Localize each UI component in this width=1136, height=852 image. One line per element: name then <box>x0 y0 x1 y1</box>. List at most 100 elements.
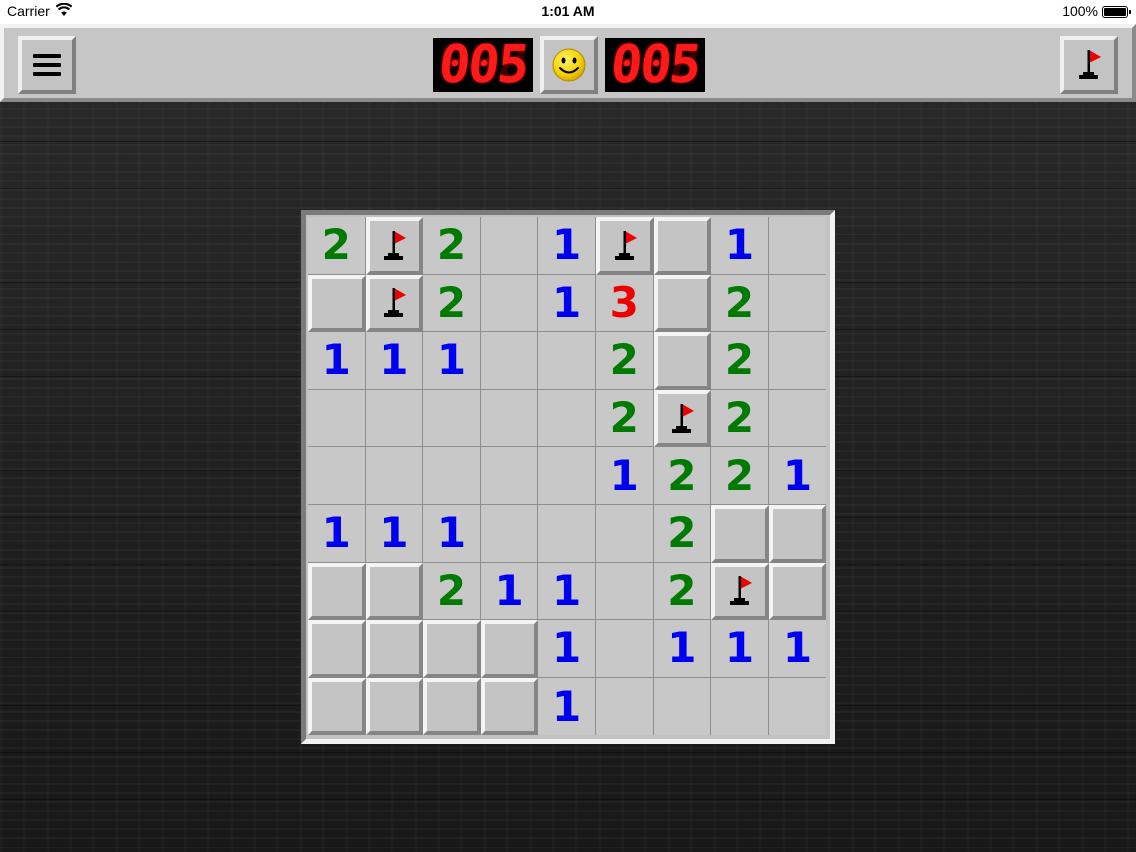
cell-open-empty[interactable] <box>480 274 539 333</box>
cell-number[interactable]: 2 <box>711 447 769 505</box>
cell-open-empty[interactable] <box>308 447 366 505</box>
cell-open-empty[interactable] <box>768 677 827 736</box>
cell-covered[interactable] <box>480 620 539 678</box>
cell-number[interactable]: 1 <box>595 447 654 505</box>
cell-open-empty[interactable] <box>595 562 654 621</box>
cell-number[interactable]: 1 <box>365 332 424 390</box>
cell-number[interactable]: 1 <box>711 217 769 275</box>
cell-number[interactable]: 1 <box>653 620 712 678</box>
cell-open-empty[interactable] <box>595 677 654 736</box>
cell-number-label: 2 <box>667 565 697 615</box>
cell-number[interactable]: 1 <box>711 620 769 678</box>
cell-covered[interactable] <box>308 620 366 678</box>
cell-open-empty[interactable] <box>768 389 827 448</box>
cell-covered[interactable] <box>711 504 769 563</box>
cell-number[interactable]: 2 <box>595 332 654 390</box>
cell-covered[interactable] <box>423 677 481 736</box>
timer-counter: 888 005 <box>605 35 705 95</box>
cell-flagged[interactable] <box>595 217 654 275</box>
cell-number-label: 2 <box>724 277 755 327</box>
cell-number[interactable]: 1 <box>538 562 596 621</box>
cell-number-label: 1 <box>379 335 409 385</box>
status-bar: Carrier 1:01 AM 100% <box>0 0 1136 24</box>
battery-percent: 100% <box>1062 3 1098 19</box>
cell-covered[interactable] <box>308 274 366 333</box>
cell-covered[interactable] <box>480 677 539 736</box>
cell-covered[interactable] <box>365 620 424 678</box>
cell-open-empty[interactable] <box>653 677 712 736</box>
cell-number-label: 1 <box>782 623 813 673</box>
cell-covered[interactable] <box>653 332 712 390</box>
cell-number[interactable]: 1 <box>480 562 539 621</box>
cell-number[interactable]: 1 <box>538 620 596 678</box>
cell-number[interactable]: 1 <box>768 447 827 505</box>
cell-covered[interactable] <box>653 217 712 275</box>
cell-open-empty[interactable] <box>365 447 424 505</box>
cell-open-empty[interactable] <box>595 620 654 678</box>
cell-number-label: 1 <box>494 565 524 615</box>
cell-number[interactable]: 2 <box>653 504 712 563</box>
cell-number[interactable]: 1 <box>768 620 827 678</box>
cell-covered[interactable] <box>768 504 827 563</box>
cell-number-label: 2 <box>724 393 755 443</box>
cell-number-label: 1 <box>552 623 582 673</box>
cell-number[interactable]: 1 <box>308 332 366 390</box>
cell-number[interactable]: 1 <box>423 504 481 563</box>
cell-number[interactable]: 1 <box>538 677 596 736</box>
cell-number[interactable]: 1 <box>308 504 366 563</box>
cell-covered[interactable] <box>423 620 481 678</box>
menu-button[interactable] <box>18 36 76 94</box>
cell-flagged[interactable] <box>365 217 424 275</box>
cell-open-empty[interactable] <box>711 677 769 736</box>
cell-open-empty[interactable] <box>423 447 481 505</box>
cell-covered[interactable] <box>308 677 366 736</box>
cell-covered[interactable] <box>768 562 827 621</box>
cell-number[interactable]: 1 <box>538 274 596 333</box>
cell-flagged[interactable] <box>365 274 424 333</box>
cell-flagged[interactable] <box>711 562 769 621</box>
cell-open-empty[interactable] <box>480 389 539 448</box>
cell-covered[interactable] <box>653 274 712 333</box>
cell-number-label: 2 <box>724 450 755 500</box>
cell-open-empty[interactable] <box>595 504 654 563</box>
cell-number-label: 1 <box>609 450 639 500</box>
cell-number[interactable]: 2 <box>423 217 481 275</box>
cell-open-empty[interactable] <box>423 389 481 448</box>
cell-open-empty[interactable] <box>308 389 366 448</box>
cell-number[interactable]: 3 <box>595 274 654 333</box>
cell-number[interactable]: 2 <box>653 562 712 621</box>
cell-open-empty[interactable] <box>768 332 827 390</box>
flag-mode-button[interactable] <box>1060 36 1118 94</box>
cell-number[interactable]: 2 <box>711 332 769 390</box>
cell-number[interactable]: 2 <box>423 274 481 333</box>
cell-covered[interactable] <box>365 562 424 621</box>
cell-open-empty[interactable] <box>538 447 596 505</box>
cell-open-empty[interactable] <box>538 389 596 448</box>
status-time: 1:01 AM <box>541 3 595 19</box>
cell-covered[interactable] <box>308 562 366 621</box>
cell-open-empty[interactable] <box>480 332 539 390</box>
cell-covered[interactable] <box>365 677 424 736</box>
cell-number[interactable]: 2 <box>711 274 769 333</box>
cell-open-empty[interactable] <box>768 274 827 333</box>
cell-open-empty[interactable] <box>538 504 596 563</box>
cell-number-label: 1 <box>436 335 467 385</box>
cell-open-empty[interactable] <box>538 332 596 390</box>
cell-open-empty[interactable] <box>480 447 539 505</box>
cell-number-label: 1 <box>321 335 351 385</box>
battery-icon <box>1102 6 1131 18</box>
cell-number[interactable]: 1 <box>538 217 596 275</box>
cell-number[interactable]: 2 <box>308 217 366 275</box>
cell-number[interactable]: 2 <box>711 389 769 448</box>
cell-number[interactable]: 1 <box>365 504 424 563</box>
cell-number[interactable]: 2 <box>595 389 654 448</box>
cell-open-empty[interactable] <box>480 504 539 563</box>
cell-open-empty[interactable] <box>365 389 424 448</box>
cell-number[interactable]: 2 <box>653 447 712 505</box>
cell-number[interactable]: 2 <box>423 562 481 621</box>
cell-flagged[interactable] <box>653 389 712 448</box>
cell-number[interactable]: 1 <box>423 332 481 390</box>
cell-open-empty[interactable] <box>768 217 827 275</box>
new-game-smiley-button[interactable] <box>540 36 598 94</box>
cell-open-empty[interactable] <box>480 217 539 275</box>
